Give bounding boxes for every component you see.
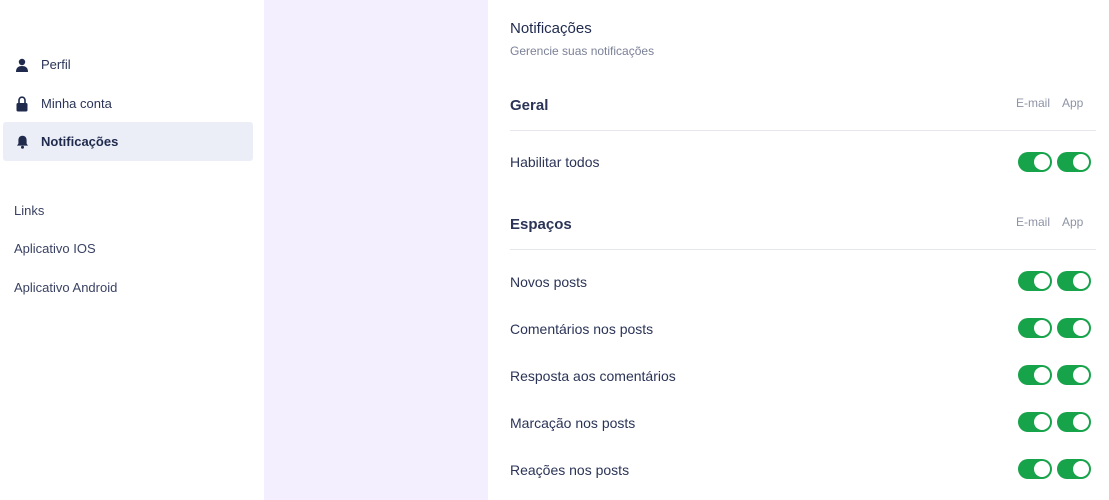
toggle-knob [1034, 154, 1050, 170]
toggle-email-habilitar-todos[interactable] [1018, 152, 1052, 172]
sidebar: Perfil Minha conta Notificações Links Ap… [0, 0, 264, 500]
toggle-knob [1034, 320, 1050, 336]
column-header-app: App [1062, 96, 1084, 110]
toggle-knob [1034, 414, 1050, 430]
row-label-respostas: Resposta aos comentários [510, 368, 676, 384]
column-header-email: E-mail [1016, 215, 1051, 229]
toggle-app-marcacao[interactable] [1057, 412, 1091, 432]
sidebar-item-label: Minha conta [41, 96, 112, 111]
page-subtitle: Gerencie suas notificações [510, 44, 655, 58]
toggle-knob [1073, 461, 1089, 477]
toggle-email-novos-posts[interactable] [1018, 271, 1052, 291]
sidebar-link-links[interactable]: Links [14, 203, 44, 218]
toggle-app-comentarios[interactable] [1057, 318, 1091, 338]
toggle-email-marcacao[interactable] [1018, 412, 1052, 432]
row-label-reacoes: Reações nos posts [510, 462, 630, 478]
sidebar-item-minha-conta[interactable]: Minha conta [3, 84, 253, 123]
divider [510, 130, 1096, 131]
notifications-panel: Notificações Gerencie suas notificações … [488, 0, 1109, 500]
user-icon [14, 57, 30, 73]
toggle-knob [1073, 320, 1089, 336]
row-label-habilitar-todos: Habilitar todos [510, 154, 600, 170]
toggle-knob [1073, 367, 1089, 383]
column-header-app: App [1062, 215, 1084, 229]
toggle-app-habilitar-todos[interactable] [1057, 152, 1091, 172]
sidebar-item-notificacoes[interactable]: Notificações [3, 122, 253, 161]
toggle-knob [1034, 367, 1050, 383]
sidebar-link-ios[interactable]: Aplicativo IOS [14, 241, 96, 256]
toggle-app-novos-posts[interactable] [1057, 271, 1091, 291]
toggle-email-comentarios[interactable] [1018, 318, 1052, 338]
lock-icon [14, 95, 30, 112]
sidebar-item-perfil[interactable]: Perfil [3, 45, 253, 84]
bell-icon [14, 134, 30, 150]
divider [510, 249, 1096, 250]
sidebar-item-label: Perfil [41, 57, 71, 72]
toggle-email-respostas[interactable] [1018, 365, 1052, 385]
row-label-comentarios: Comentários nos posts [510, 321, 654, 337]
column-header-email: E-mail [1016, 96, 1051, 110]
toggle-knob [1073, 414, 1089, 430]
sidebar-link-android[interactable]: Aplicativo Android [14, 280, 117, 295]
row-label-novos-posts: Novos posts [510, 274, 588, 290]
sidebar-item-label: Notificações [41, 134, 119, 149]
page-title: Notificações [510, 20, 592, 37]
background-panel [264, 0, 488, 500]
toggle-knob [1073, 273, 1089, 289]
section-title-espacos: Espaços [510, 216, 572, 233]
section-title-geral: Geral [510, 97, 549, 114]
toggle-app-reacoes[interactable] [1057, 459, 1091, 479]
toggle-knob [1034, 461, 1050, 477]
toggle-email-reacoes[interactable] [1018, 459, 1052, 479]
row-label-marcacao: Marcação nos posts [510, 415, 636, 431]
toggle-knob [1073, 154, 1089, 170]
toggle-knob [1034, 273, 1050, 289]
toggle-app-respostas[interactable] [1057, 365, 1091, 385]
